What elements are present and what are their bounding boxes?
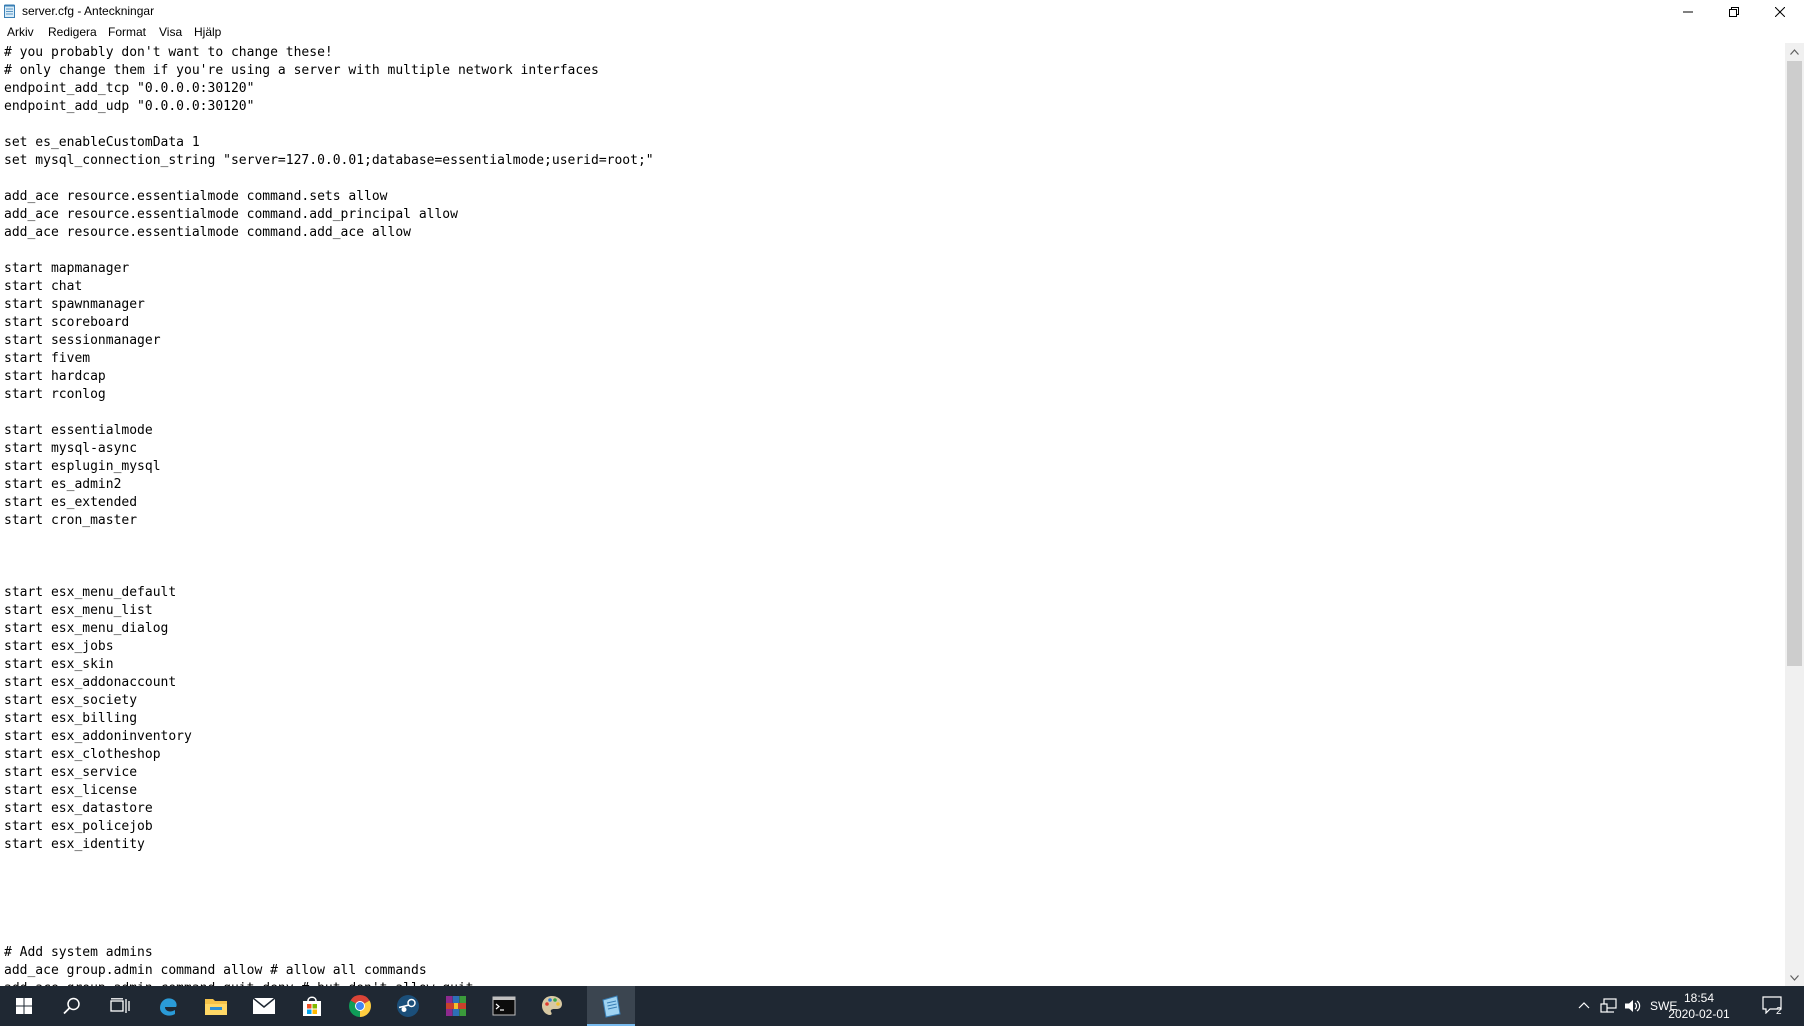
paint-button[interactable] <box>528 986 576 1026</box>
notepad-button[interactable] <box>587 986 635 1026</box>
restore-icon <box>1729 6 1739 17</box>
minimize-button[interactable] <box>1665 0 1711 23</box>
file-explorer-button[interactable] <box>192 986 240 1026</box>
notifications-button[interactable]: 2 <box>1762 996 1786 1018</box>
task-view-button[interactable] <box>96 986 144 1026</box>
network-icon[interactable] <box>1600 998 1618 1014</box>
minimize-icon <box>1683 11 1693 12</box>
scroll-up-button[interactable] <box>1785 43 1804 60</box>
winrar-icon <box>446 996 466 1016</box>
menu-hjalp[interactable]: Hjälp <box>194 25 221 39</box>
edge-icon <box>160 998 177 1016</box>
steam-icon <box>397 995 419 1017</box>
clock-time: 18:54 <box>1683 991 1715 1005</box>
tray-chevron-up-icon[interactable] <box>1578 1001 1590 1009</box>
chevron-up-icon <box>1790 48 1799 55</box>
text-editor[interactable]: # you probably don't want to change thes… <box>0 43 1785 986</box>
terminal-icon <box>492 996 516 1016</box>
menu-bar: Arkiv Redigera Format Visa Hjälp <box>0 23 1804 42</box>
clock[interactable]: 18:54 2020-02-01 <box>1664 990 1734 1022</box>
file-explorer-icon <box>205 999 227 1015</box>
chrome-button[interactable] <box>336 986 384 1026</box>
notepad-icon <box>4 4 15 18</box>
menu-arkiv[interactable]: Arkiv <box>7 25 34 39</box>
start-icon <box>16 998 32 1014</box>
vertical-scrollbar[interactable] <box>1785 43 1804 986</box>
clock-date: 2020-02-01 <box>1668 1007 1730 1021</box>
notification-count: 2 <box>1776 1006 1782 1017</box>
edge-button[interactable] <box>144 986 192 1026</box>
close-button[interactable] <box>1757 0 1803 23</box>
paint-icon <box>542 996 562 1015</box>
menu-format[interactable]: Format <box>108 25 146 39</box>
start-button[interactable] <box>0 986 48 1026</box>
menu-redigera[interactable]: Redigera <box>48 25 97 39</box>
restore-button[interactable] <box>1711 0 1757 23</box>
terminal-button[interactable] <box>480 986 528 1026</box>
mail-button[interactable] <box>240 986 288 1026</box>
steam-button[interactable] <box>384 986 432 1026</box>
chrome-icon <box>349 995 371 1017</box>
chevron-down-icon <box>1790 974 1799 981</box>
volume-icon[interactable] <box>1624 998 1642 1014</box>
window-title: server.cfg - Anteckningar <box>22 4 155 18</box>
close-icon <box>1775 6 1785 17</box>
taskbar: SWE 18:54 2020-02-01 2 <box>0 986 1804 1026</box>
store-icon <box>303 996 321 1016</box>
store-button[interactable] <box>288 986 336 1026</box>
scroll-down-button[interactable] <box>1785 969 1804 986</box>
scroll-thumb[interactable] <box>1787 61 1802 666</box>
mail-icon <box>252 997 276 1014</box>
search-button[interactable] <box>48 986 96 1026</box>
winrar-button[interactable] <box>432 986 480 1026</box>
notepad-icon <box>602 995 621 1018</box>
title-bar[interactable]: server.cfg - Anteckningar <box>0 0 1804 23</box>
search-icon <box>63 997 80 1015</box>
menu-visa[interactable]: Visa <box>159 25 182 39</box>
editor-content[interactable]: # you probably don't want to change thes… <box>4 44 654 986</box>
task-view-icon <box>110 998 130 1013</box>
